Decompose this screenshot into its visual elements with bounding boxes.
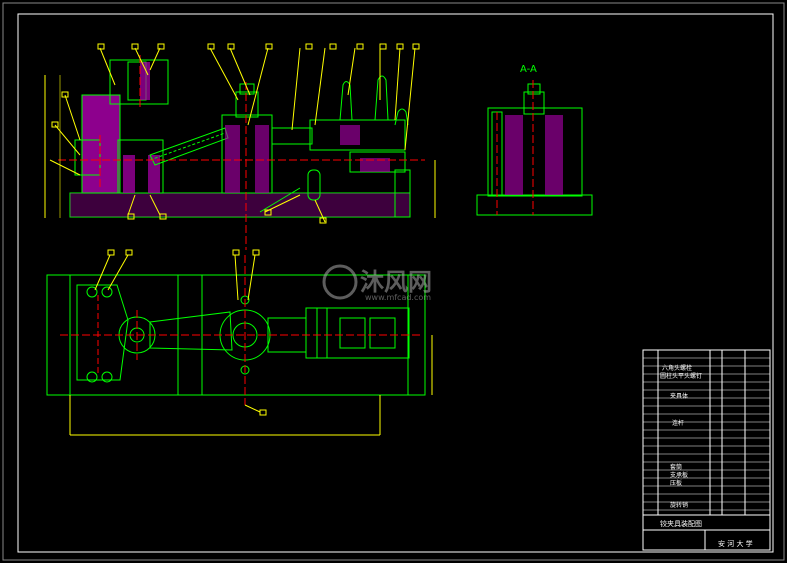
parts-row: 夹具体 xyxy=(670,392,688,400)
front-view xyxy=(44,55,436,250)
section-view: A-A xyxy=(476,64,593,216)
cad-drawing: A-A 沐风网 www.mfcad.com 六角头螺栓 圆柱头平头螺钉 夹具体 … xyxy=(2,2,785,561)
watermark-brand: 沐风网 xyxy=(360,268,432,296)
title-block: 六角头螺栓 圆柱头平头螺钉 夹具体 连杆 套筒 支承板 压板 旋转销 铰夹具装配… xyxy=(642,349,771,551)
parts-row: 支承板 xyxy=(670,471,688,479)
parts-row: 压板 xyxy=(670,479,682,487)
watermark-url: www.mfcad.com xyxy=(365,293,431,302)
school-name: 安 河 大 学 xyxy=(718,539,753,548)
drawing-title: 铰夹具装配图 xyxy=(660,519,702,528)
parts-row: 六角头螺栓 xyxy=(662,364,692,372)
parts-row: 圆柱头平头螺钉 xyxy=(660,372,702,380)
watermark: 沐风网 www.mfcad.com xyxy=(322,264,432,302)
parts-row: 连杆 xyxy=(672,419,684,427)
section-label: A-A xyxy=(520,64,537,75)
parts-row: 旋转销 xyxy=(670,501,688,509)
watermark-logo-icon xyxy=(322,264,358,300)
parts-list: 六角头螺栓 圆柱头平头螺钉 夹具体 连杆 套筒 支承板 压板 旋转销 xyxy=(660,364,702,509)
parts-row: 套筒 xyxy=(670,463,682,471)
